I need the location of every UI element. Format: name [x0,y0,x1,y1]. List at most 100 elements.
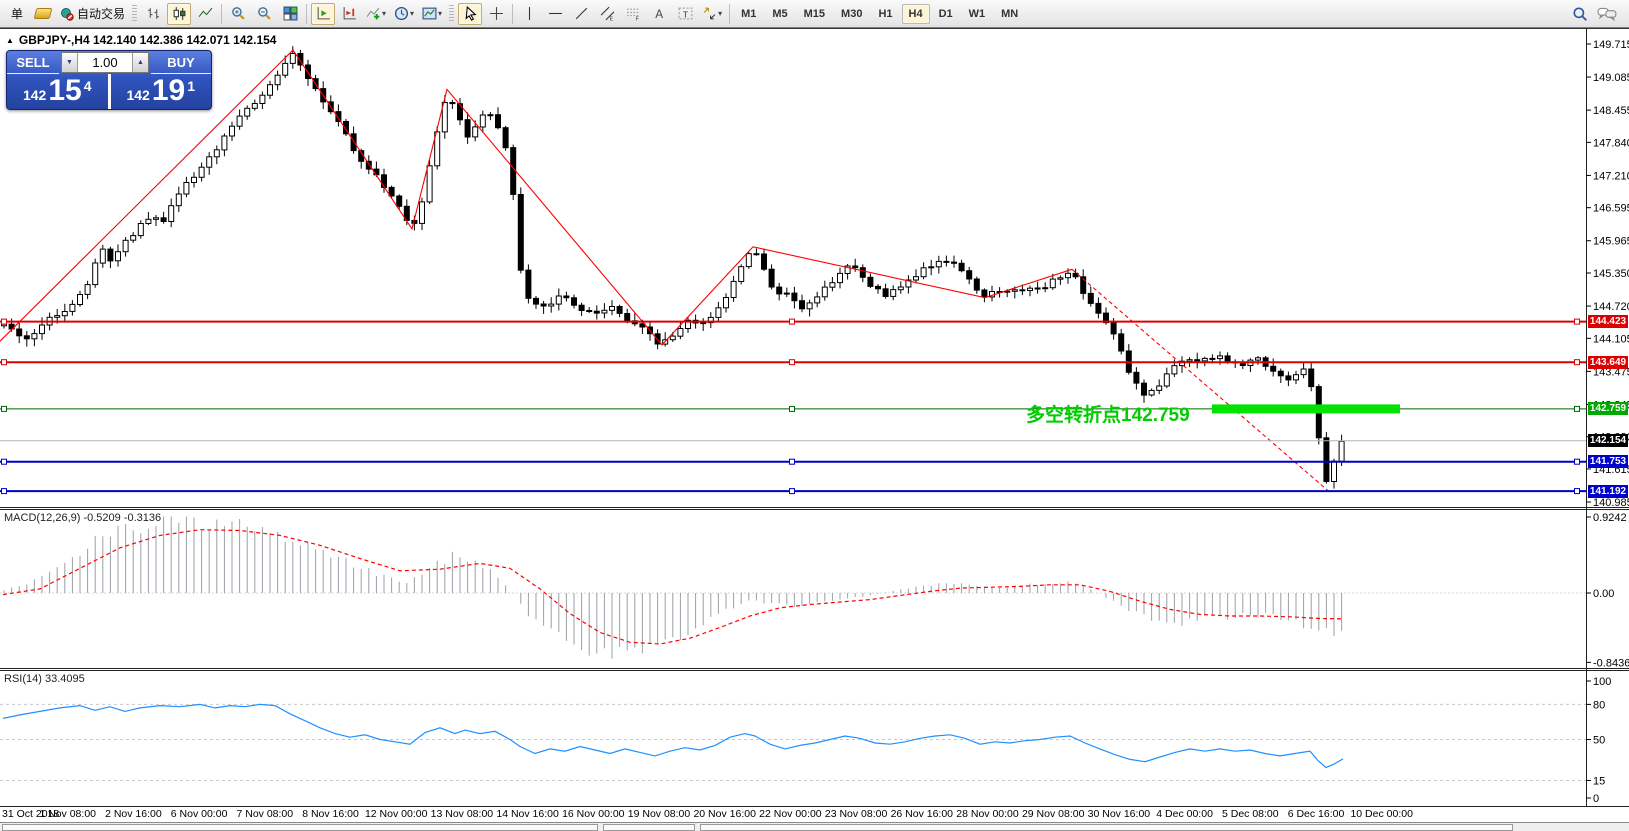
timeframe-group: M1M5M15M30H1H4D1W1MN [733,4,1026,24]
hline-handle[interactable] [1575,459,1580,464]
bar-chart-button[interactable] [141,3,165,25]
hline-handle[interactable] [2,489,7,494]
horizontal-line-button[interactable] [543,3,567,25]
hline-handle[interactable] [2,319,7,324]
trendline-button[interactable] [569,3,593,25]
hline-handle[interactable] [2,459,7,464]
rsi-label: RSI(14) 33.4095 [4,673,85,685]
sell-button[interactable]: SELL [7,51,59,74]
new-order-button[interactable]: 单 [5,3,29,25]
buy-price-prefix: 142 [126,87,149,103]
timeframe-m1-button[interactable]: M1 [734,4,763,24]
svg-text:30 Nov 16:00: 30 Nov 16:00 [1088,808,1151,820]
candlestick-chart-button[interactable] [167,3,191,25]
buy-price[interactable]: 142 19 1 [111,74,212,109]
vertical-line-button[interactable] [517,3,541,25]
equidistant-channel-icon: E [600,6,615,21]
arrows-button[interactable]: ▾ [699,3,725,25]
chart-canvas[interactable]: 149.715149.085148.455147.840147.210146.5… [0,0,1629,831]
svg-text:20 Nov 16:00: 20 Nov 16:00 [693,808,756,820]
auto-scroll-button[interactable] [311,3,335,25]
autotrading-button[interactable]: 自动交易 [57,3,128,25]
buy-price-sup: 1 [187,78,195,94]
hline-handle[interactable] [790,319,795,324]
trend-annotation[interactable]: 多空转折点142.759 [1026,400,1190,427]
hline-handle[interactable] [790,489,795,494]
volume-input[interactable] [78,53,132,72]
text-label-button[interactable]: T [673,3,697,25]
crosshair-icon [489,6,504,21]
svg-text:1 Nov 08:00: 1 Nov 08:00 [39,808,96,820]
equidistant-channel-button[interactable]: E [595,3,619,25]
window-tab[interactable] [700,824,1513,831]
buy-button[interactable]: BUY [151,51,211,74]
text-label-icon: T [678,6,693,21]
zoom-in-button[interactable] [226,3,250,25]
hline-handle[interactable] [1575,406,1580,411]
volume-decrease-button[interactable]: ▼ [62,53,78,72]
toolbar-separator [306,4,307,24]
cursor-button[interactable] [458,3,482,25]
timeframe-w1-button[interactable]: W1 [962,4,993,24]
text-button[interactable]: A [647,3,671,25]
bar-chart-icon [146,6,161,21]
price-badge-142.759: 142.759 [1588,402,1628,415]
price-badge-143.649: 143.649 [1588,356,1628,369]
svg-text:E: E [609,16,613,21]
trend-highlight-bar[interactable] [1212,404,1400,413]
crosshair-button[interactable] [484,3,508,25]
templates-button[interactable]: ▾ [419,3,445,25]
svg-text:13 Nov 08:00: 13 Nov 08:00 [431,808,494,820]
hline-handle[interactable] [790,360,795,365]
candlestick-chart-icon [172,6,187,21]
timeframe-mn-button[interactable]: MN [994,4,1025,24]
sell-price[interactable]: 142 15 4 [7,74,108,109]
timeframe-m30-button[interactable]: M30 [834,4,869,24]
svg-text:6 Nov 00:00: 6 Nov 00:00 [171,808,228,820]
gold-bar-icon [34,8,53,19]
line-chart-icon [198,6,213,21]
window-tab[interactable] [2,824,598,831]
indicators-button[interactable]: ▾ [363,3,389,25]
svg-text:12 Nov 00:00: 12 Nov 00:00 [365,808,428,820]
sell-price-prefix: 142 [23,87,46,103]
timeframe-m5-button[interactable]: M5 [765,4,794,24]
cursor-icon [463,6,478,21]
svg-text:50: 50 [1593,735,1605,747]
search-button[interactable] [1568,3,1592,25]
price-badge-141.753: 141.753 [1588,455,1628,468]
hline-handle[interactable] [1575,319,1580,324]
hline-handle[interactable] [1575,360,1580,365]
buy-price-big: 19 [152,75,185,107]
timeframe-h1-button[interactable]: H1 [871,4,899,24]
toolbar: 单 自动交易 ▾ ▾ ▾ E F A T ▾ M1M5M15M30H1H4D1W… [0,0,1629,28]
chat-button[interactable] [1594,3,1620,25]
timeframe-d1-button[interactable]: D1 [932,4,960,24]
timeframe-m15-button[interactable]: M15 [797,4,832,24]
volume-increase-button[interactable]: ▲ [132,53,148,72]
toolbar-separator [221,4,222,24]
auto-scroll-icon [316,6,331,21]
toolbar-separator [512,4,513,24]
zoom-out-button[interactable] [252,3,276,25]
gold-tool-button[interactable] [31,3,55,25]
tile-windows-button[interactable] [278,3,302,25]
timeframe-h4-button[interactable]: H4 [902,4,930,24]
hline-handle[interactable] [1575,489,1580,494]
periods-button[interactable]: ▾ [391,3,417,25]
hline-handle[interactable] [2,406,7,411]
hline-handle[interactable] [790,459,795,464]
hline-handle[interactable] [2,360,7,365]
chart-symbol-header: ▲ GBPJPY-,H4 142.140 142.386 142.071 142… [6,33,276,47]
chart-shift-button[interactable] [337,3,361,25]
svg-text:147.210: 147.210 [1593,170,1629,182]
svg-text:149.085: 149.085 [1593,72,1629,84]
line-chart-button[interactable] [193,3,217,25]
hline-handle[interactable] [790,406,795,411]
autotrading-label: 自动交易 [77,5,125,22]
fibonacci-button[interactable]: F [621,3,645,25]
window-tab[interactable] [603,824,695,831]
panel-collapse-button[interactable]: ▲ [6,36,14,45]
horizontal-line-icon [548,6,563,21]
chat-icon [1597,6,1617,22]
